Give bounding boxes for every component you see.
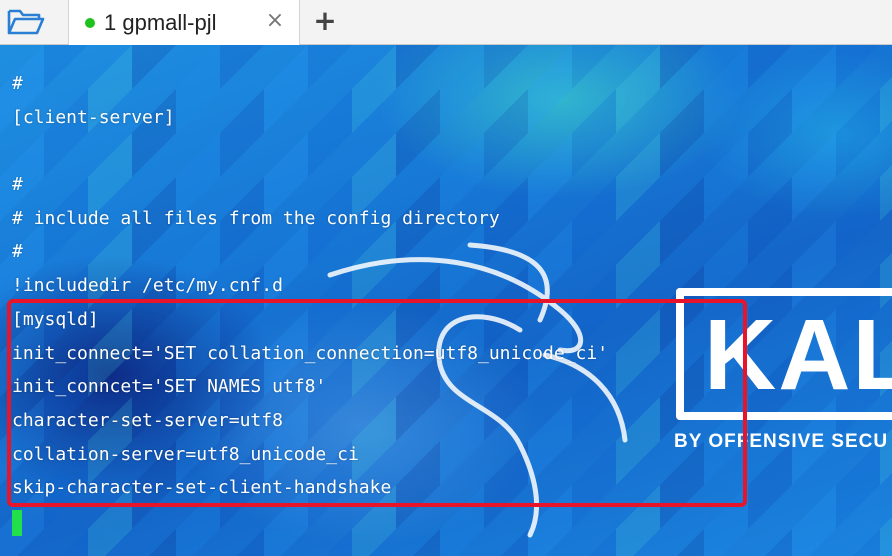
wallpaper-tile [660, 221, 704, 265]
wallpaper-tile [836, 89, 880, 133]
tab-session[interactable]: 1 gpmall-pjl × [68, 0, 300, 45]
wallpaper-tile [748, 485, 792, 529]
terminal-line: # [12, 73, 23, 94]
wallpaper-tile [501, 529, 528, 556]
wallpaper-tile [440, 529, 484, 556]
wallpaper-tile [836, 485, 880, 529]
wallpaper-tile [660, 45, 704, 89]
wallpaper-tile [880, 165, 892, 177]
wallpaper-tile [616, 89, 660, 133]
connection-status-dot [85, 17, 95, 28]
wallpaper-tile [792, 45, 836, 89]
folder-open-icon [7, 9, 45, 35]
wallpaper-tile [616, 177, 660, 221]
wallpaper-tile [792, 485, 836, 529]
wallpaper-tile [704, 89, 748, 133]
terminal-line: # include all files from the config dire… [12, 207, 500, 229]
wallpaper-tile [0, 529, 44, 556]
highlight-box [7, 299, 747, 507]
wallpaper-tile [880, 77, 892, 89]
wallpaper-tile [880, 177, 892, 221]
close-icon[interactable]: × [265, 10, 285, 32]
tab-title: 1 gpmall-pjl [104, 9, 217, 35]
wallpaper-tile [748, 45, 792, 89]
wallpaper-tile [528, 529, 572, 556]
terminal-line: # [12, 241, 23, 263]
wallpaper-tile [660, 177, 704, 221]
wallpaper-tile [765, 529, 792, 556]
wallpaper-tile [325, 529, 352, 556]
wallpaper-tile [660, 133, 704, 177]
terminal-line: [client-server] [12, 106, 175, 128]
wallpaper-tile [704, 133, 748, 177]
wallpaper-tile [677, 529, 704, 556]
wallpaper-tile [748, 133, 792, 177]
wallpaper-tile [704, 177, 748, 221]
terminal-line: # [12, 174, 23, 196]
wallpaper-tile [616, 529, 660, 556]
wallpaper-tile [616, 133, 660, 177]
wallpaper-tile [880, 253, 892, 265]
wallpaper-tile [792, 221, 836, 265]
wallpaper-tile [352, 529, 396, 556]
wallpaper-tile [61, 529, 88, 556]
wallpaper-tile [704, 529, 748, 556]
terminal-line: !includedir /etc/my.cnf.d [12, 275, 283, 297]
wallpaper-tile [748, 89, 792, 133]
wallpaper-tile [836, 45, 880, 89]
wallpaper-tile [88, 529, 132, 556]
wallpaper-tile [836, 177, 880, 221]
wallpaper-tile [237, 529, 264, 556]
wallpaper-tile [176, 529, 220, 556]
wallpaper-tile [792, 529, 836, 556]
wallpaper-tile [792, 89, 836, 133]
wallpaper-tile [880, 89, 892, 133]
wallpaper-tile [149, 529, 176, 556]
wallpaper-tile [704, 221, 748, 265]
wallpaper-tile [880, 517, 892, 529]
wallpaper-tile [413, 529, 440, 556]
tab-bar: 1 gpmall-pjl × + [0, 0, 892, 45]
open-folder-button[interactable] [4, 4, 48, 40]
wallpaper-tile [704, 45, 748, 89]
wallpaper-tile [792, 133, 836, 177]
new-tab-button[interactable]: + [310, 5, 340, 37]
wallpaper-tile [616, 45, 660, 89]
terminal-cursor [12, 510, 22, 536]
wallpaper-tile [880, 529, 892, 556]
wallpaper-tile [748, 221, 792, 265]
wallpaper-tile [660, 89, 704, 133]
wallpaper-tile [589, 529, 616, 556]
wallpaper-tile [792, 177, 836, 221]
wallpaper-tile [616, 221, 660, 265]
wallpaper-tile [264, 529, 308, 556]
wallpaper-tile [836, 221, 880, 265]
wallpaper-tile [836, 133, 880, 177]
wallpaper-tile [748, 177, 792, 221]
wallpaper-tile [853, 529, 880, 556]
terminal[interactable]: KAL BY OFFENSIVE SECU # [client-server] … [0, 45, 892, 556]
